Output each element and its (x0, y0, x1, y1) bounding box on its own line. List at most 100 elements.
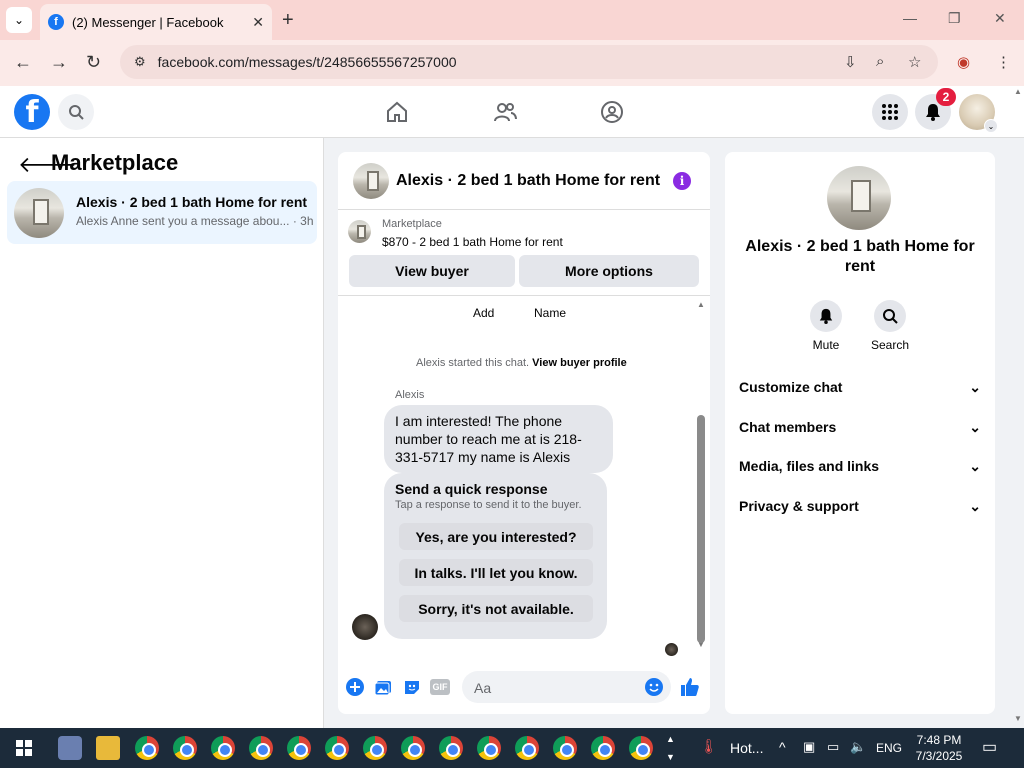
scroll-up-icon[interactable]: ▲ (697, 300, 705, 309)
notification-badge: 2 (936, 88, 956, 106)
name-label[interactable]: Name (534, 306, 566, 320)
zoom-icon[interactable]: ⌕ (876, 53, 884, 70)
gif-icon[interactable]: GIF (430, 679, 450, 695)
chrome-icon[interactable] (401, 736, 425, 760)
chrome-icon[interactable] (553, 736, 577, 760)
chevron-down-icon: ⌄ (969, 378, 981, 395)
page-scroll-down-icon[interactable]: ▼ (1014, 714, 1022, 723)
panel-title: Marketplace (51, 150, 179, 175)
chrome-icon[interactable] (249, 736, 273, 760)
chrome-icon[interactable] (629, 736, 653, 760)
add-label[interactable]: Add (473, 306, 494, 320)
chrome-icon[interactable] (591, 736, 615, 760)
file-explorer-icon[interactable] (96, 736, 120, 760)
account-avatar[interactable]: ⌄ (959, 94, 998, 133)
forward-icon[interactable]: → (50, 52, 68, 73)
chrome-icon[interactable] (477, 736, 501, 760)
conversation-item[interactable]: Alexis · 2 bed 1 bath Home for rent Alex… (7, 181, 317, 244)
notification-center-icon[interactable]: ▭ (982, 737, 997, 757)
browser-toolbar: ← → ↻ ⚙ facebook.com/messages/t/24856655… (0, 40, 1024, 86)
profile-icon[interactable]: ◉ (957, 53, 970, 71)
info-icon[interactable]: i (673, 172, 691, 190)
site-info-icon[interactable]: ⚙ (134, 54, 146, 70)
volume-icon[interactable]: 🔈 (850, 739, 866, 755)
weather-thermometer-icon[interactable]: 🌡 (700, 738, 718, 755)
snipping-tool-icon[interactable] (58, 736, 82, 760)
chat-listing-thumbnail[interactable] (353, 163, 389, 199)
bookmark-star-icon[interactable]: ☆ (908, 53, 921, 71)
message-list: Add Name Alexis started this chat. View … (338, 297, 710, 662)
tab-search-menu-icon[interactable]: ⌄ (6, 7, 32, 33)
view-buyer-profile-link[interactable]: View buyer profile (532, 357, 627, 369)
message-input[interactable]: Aa (462, 671, 671, 703)
chrome-icon[interactable] (363, 736, 387, 760)
chrome-icon[interactable] (287, 736, 311, 760)
view-buyer-button[interactable]: View buyer (349, 255, 515, 287)
quick-response-title: Send a quick response (395, 481, 548, 497)
restore-icon[interactable]: ❐ (948, 10, 961, 27)
chrome-icon[interactable] (515, 736, 539, 760)
friends-icon[interactable] (493, 100, 517, 124)
chrome-icon[interactable] (439, 736, 463, 760)
more-options-button[interactable]: More options (519, 255, 699, 287)
tray-chevron-up-icon[interactable]: ^ (779, 739, 786, 755)
facebook-search-icon[interactable] (58, 94, 94, 130)
weather-text[interactable]: Hot... (730, 740, 763, 756)
account-chevron-down-icon[interactable]: ⌄ (984, 119, 998, 133)
taskbar-scroll-down-icon[interactable]: ▼ (666, 752, 675, 762)
quick-response-option[interactable]: In talks. I'll let you know. (399, 559, 593, 586)
details-listing-photo[interactable] (827, 166, 891, 230)
windows-start-icon[interactable] (16, 740, 32, 756)
quick-response-subtitle: Tap a response to send it to the buyer. (395, 499, 582, 511)
section-chat-members[interactable]: Chat members ⌄ (739, 412, 981, 442)
quick-response-option[interactable]: Yes, are you interested? (399, 523, 593, 550)
seen-indicator-avatar (665, 643, 678, 656)
tab-close-icon[interactable]: ✕ (252, 14, 264, 31)
address-bar[interactable]: ⚙ facebook.com/messages/t/24856655567257… (120, 45, 938, 79)
sticker-icon[interactable] (403, 678, 421, 696)
section-customize-chat[interactable]: Customize chat ⌄ (739, 372, 981, 402)
network-icon[interactable]: ▭ (827, 739, 839, 755)
chrome-icon[interactable] (211, 736, 235, 760)
listing-price[interactable]: $870 - 2 bed 1 bath Home for rent (382, 235, 563, 249)
section-privacy-support[interactable]: Privacy & support ⌄ (739, 491, 981, 521)
browser-tab[interactable]: f (2) Messenger | Facebook ✕ (40, 4, 272, 40)
quick-response-option[interactable]: Sorry, it's not available. (399, 595, 593, 622)
language-indicator[interactable]: ENG (876, 741, 902, 755)
home-icon[interactable] (385, 100, 409, 124)
facebook-logo-icon[interactable]: f (14, 94, 50, 130)
photo-icon[interactable] (374, 678, 392, 696)
emoji-icon[interactable] (645, 678, 663, 696)
system-message-text: Alexis started this chat. (416, 357, 530, 369)
conversation-name: Alexis · 2 bed 1 bath Home for rent (76, 194, 308, 210)
new-tab-icon[interactable]: + (282, 9, 294, 32)
install-app-icon[interactable]: ⇩ (844, 53, 857, 71)
menu-grid-icon[interactable] (872, 94, 908, 130)
windows-taskbar: ▲ ▼ 🌡 Hot... ^ ▣ ▭ 🔈 ENG 7:48 PM 7/3/202… (0, 728, 1024, 768)
section-media-files-links[interactable]: Media, files and links ⌄ (739, 451, 981, 481)
chrome-icon[interactable] (173, 736, 197, 760)
system-clock[interactable]: 7:48 PM 7/3/2025 (908, 732, 970, 764)
back-icon[interactable]: ← (14, 52, 32, 73)
clock-date: 7/3/2025 (915, 749, 963, 763)
chat-header: Alexis · 2 bed 1 bath Home for rent i (338, 152, 710, 210)
conversation-preview: Alexis Anne sent you a message abou... ·… (76, 214, 314, 228)
chrome-icon[interactable] (135, 736, 159, 760)
page-scrollbar[interactable]: ▲ ▼ (1012, 87, 1024, 728)
window-close-icon[interactable]: ✕ (994, 10, 1006, 27)
tray-camera-icon[interactable]: ▣ (803, 739, 815, 755)
reload-icon[interactable]: ↻ (86, 52, 101, 73)
minimize-icon[interactable]: — (903, 10, 917, 26)
thumbs-up-icon[interactable] (680, 677, 700, 697)
mute-button[interactable]: Mute (796, 300, 856, 352)
browser-menu-icon[interactable]: ⋮ (996, 53, 1011, 71)
plus-icon[interactable] (346, 678, 364, 696)
system-message: Alexis started this chat. View buyer pro… (416, 357, 627, 369)
chat-title[interactable]: Alexis · 2 bed 1 bath Home for rent (396, 172, 660, 190)
page-scroll-up-icon[interactable]: ▲ (1014, 87, 1022, 96)
groups-icon[interactable] (600, 100, 624, 124)
chrome-icon[interactable] (325, 736, 349, 760)
search-button[interactable]: Search (860, 300, 920, 352)
chat-scroll-thumb[interactable] (697, 415, 705, 643)
taskbar-scroll-up-icon[interactable]: ▲ (666, 734, 675, 744)
